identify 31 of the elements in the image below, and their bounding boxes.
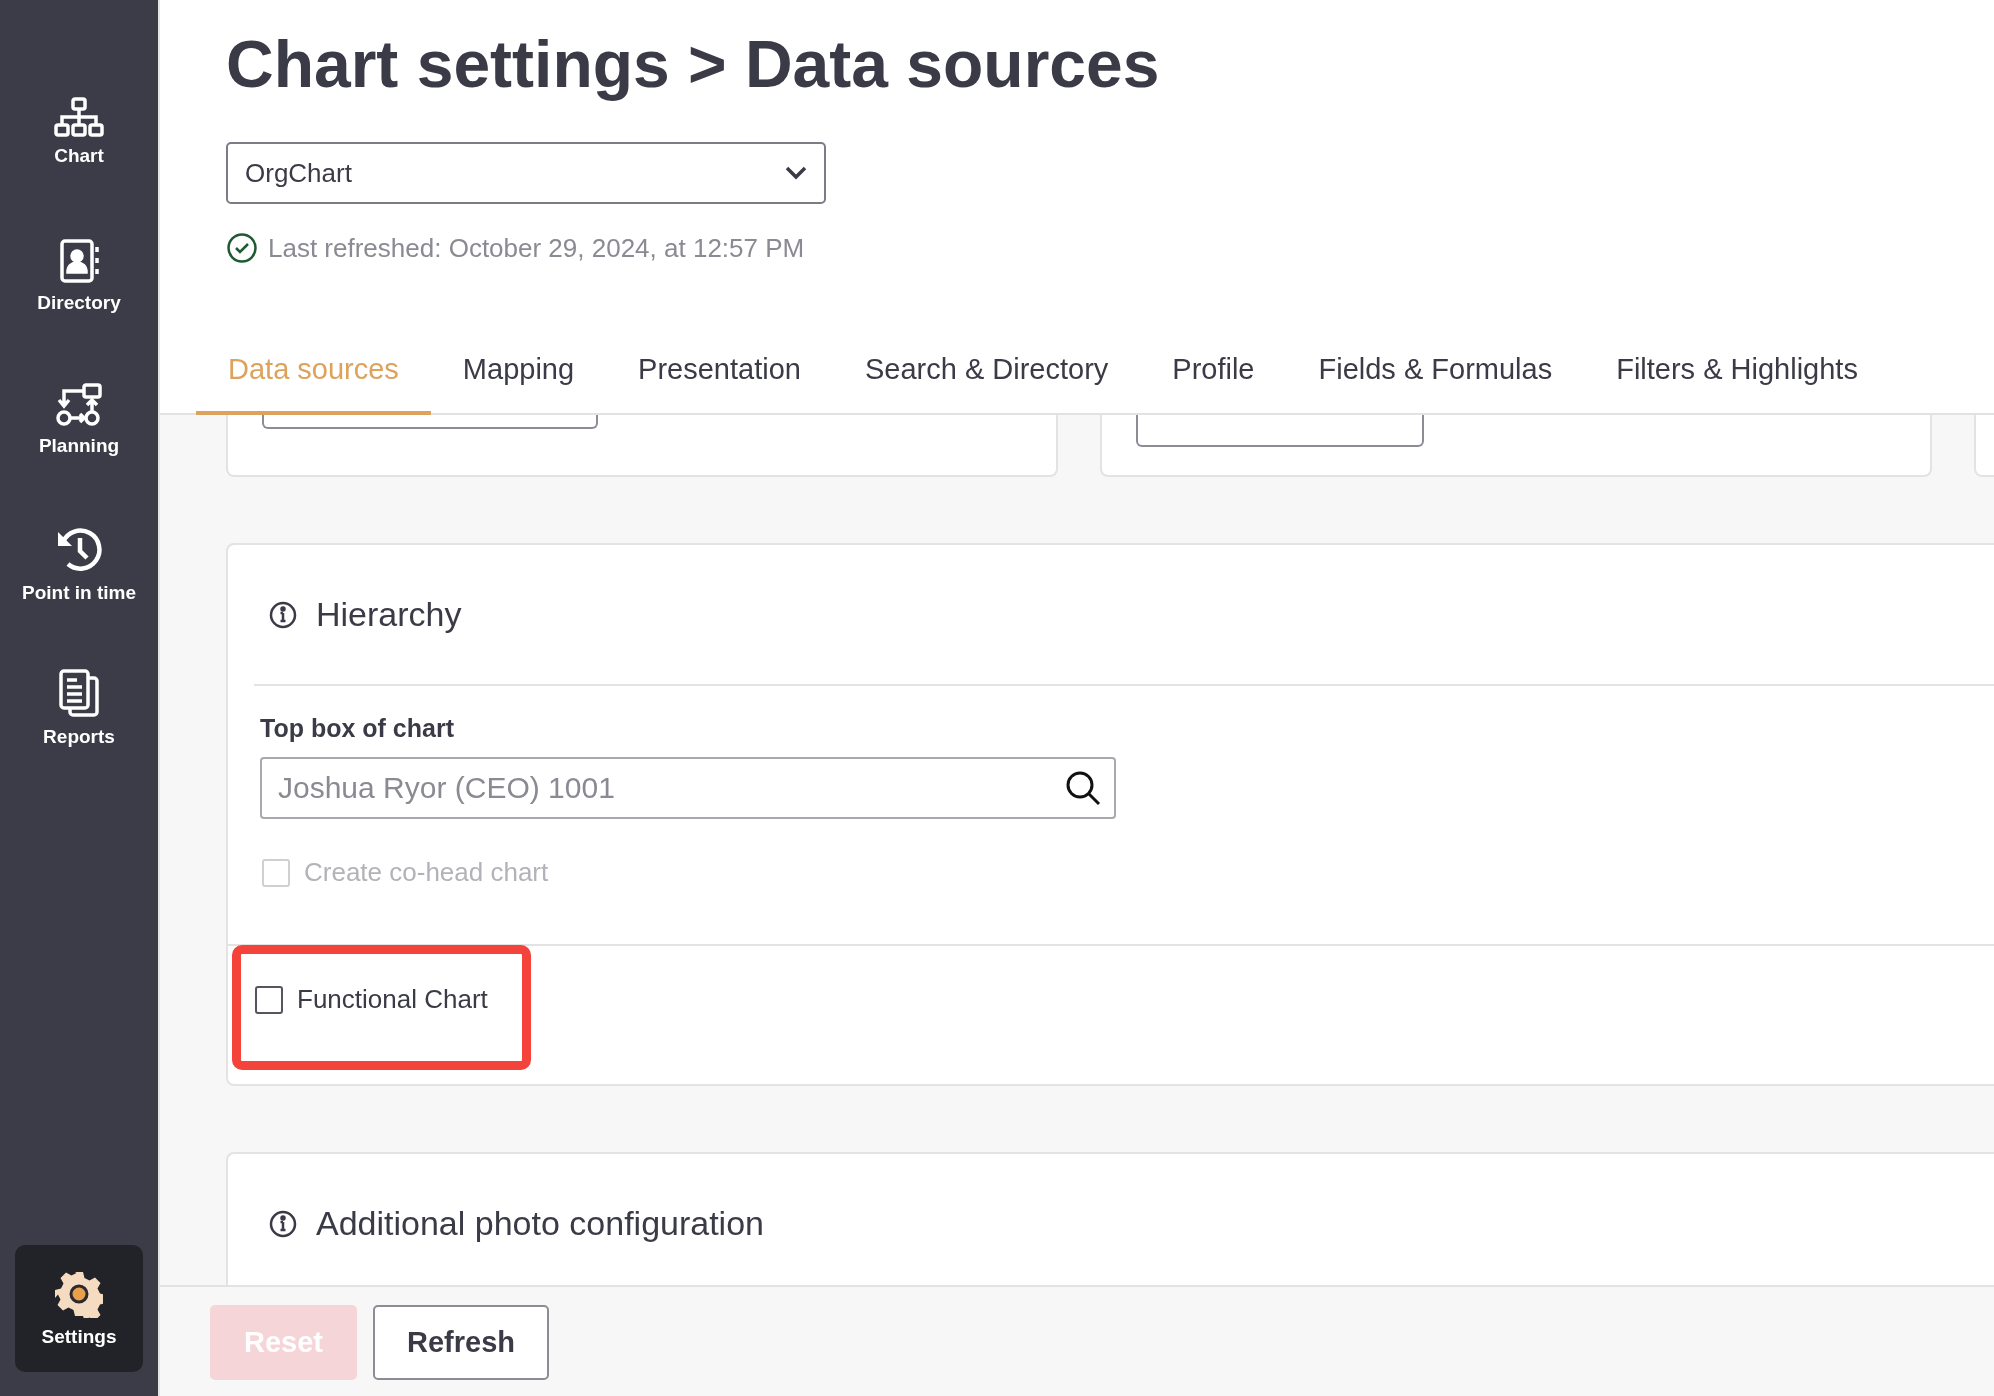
page-title: Chart settings > Data sources [226,28,1161,100]
refresh-button[interactable]: Refresh [373,1305,549,1380]
field-label: Top box of chart [260,714,455,743]
nav-item[interactable]: Directory [15,204,143,348]
tab[interactable]: Presentation [606,328,833,415]
chart-dropdown[interactable]: OrgChart [226,142,826,204]
tab[interactable]: Fields & Formulas [1286,328,1585,415]
section-title: Additional photo configuration [316,1204,764,1243]
info-icon [268,599,298,630]
check-circle-icon [226,232,258,264]
tab[interactable]: Search & Directory [832,328,1141,415]
chevron-down-icon [784,165,808,181]
info-icon [268,1208,298,1239]
last-refreshed-text: Last refreshed: October 29, 2024, at 12:57 PM [268,232,805,264]
checkbox-label: Create co-head chart [304,857,549,888]
nav-item[interactable]: Chart [15,60,143,204]
workflow-icon [54,383,104,427]
checkbox-label: Functional Chart [297,984,488,1015]
checkbox[interactable] [255,985,283,1014]
tab[interactable]: Mapping [430,328,607,415]
tab[interactable]: Profile [1140,328,1287,415]
nav-item[interactable]: Point in time [15,492,143,636]
tab[interactable]: Filters & Highlights [1584,328,1890,415]
documents-icon [58,668,100,718]
section-title: Hierarchy [316,595,462,634]
gear-icon [55,1269,103,1318]
nav-item[interactable]: Settings [15,1245,143,1372]
nav-item[interactable]: Reports [15,636,143,780]
nav-item[interactable]: Planning [15,348,143,492]
org-chart-icon [54,97,104,137]
search-icon [1064,769,1102,807]
